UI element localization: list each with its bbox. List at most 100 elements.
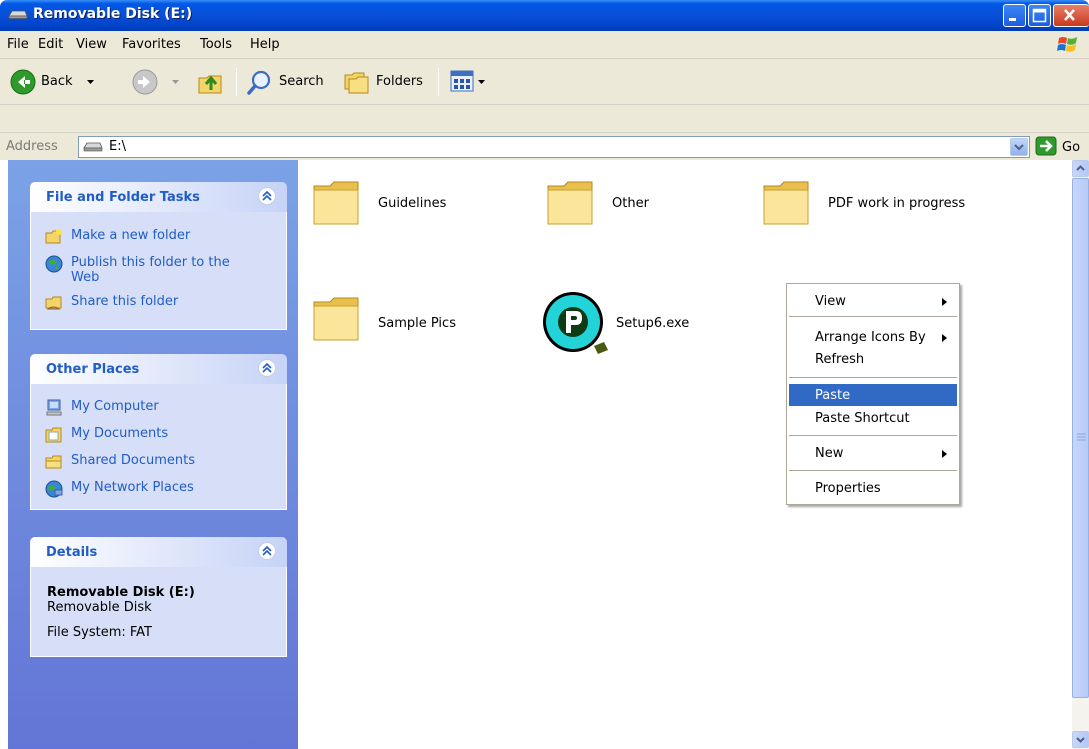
menu-view[interactable]: View <box>76 37 107 52</box>
folder-icon <box>547 181 593 225</box>
title-bar: Removable Disk (E:) <box>0 0 1089 31</box>
scroll-thumb[interactable] <box>1072 178 1089 698</box>
file-folder-tasks-header[interactable]: File and Folder Tasks <box>30 182 287 212</box>
scroll-down-button[interactable] <box>1072 731 1089 748</box>
context-menu: View Arrange Icons By Refresh Paste Past… <box>786 283 960 505</box>
close-icon <box>1064 9 1075 21</box>
address-bar: Address E:\ Go <box>0 132 1089 160</box>
detail-name: Removable Disk (E:) <box>47 585 195 600</box>
my-computer-icon <box>46 399 62 416</box>
ctx-label: New <box>815 446 844 461</box>
go-button[interactable] <box>1035 136 1059 158</box>
double-chevron-up-icon <box>262 545 272 556</box>
menu-favorites[interactable]: Favorites <box>122 37 181 52</box>
file-label: Guidelines <box>378 196 447 211</box>
setup-exe-icon <box>543 292 608 354</box>
task-make-new-folder[interactable]: Make a new folder <box>45 228 190 246</box>
file-label: Setup6.exe <box>616 316 690 331</box>
ctx-separator <box>789 377 957 378</box>
chevron-down-icon <box>87 80 94 84</box>
address-label: Address <box>6 139 58 154</box>
submenu-arrow-icon <box>942 334 947 342</box>
back-arrow-icon <box>10 69 36 95</box>
search-icon <box>247 70 271 95</box>
ctx-properties[interactable]: Properties <box>789 477 957 499</box>
task-label: Publish this folder to the Web <box>71 255 230 285</box>
submenu-arrow-icon <box>942 450 947 458</box>
folder-icon <box>763 181 809 225</box>
menu-edit[interactable]: Edit <box>38 37 63 52</box>
go-arrow-icon <box>1035 136 1057 156</box>
toolbar-filler <box>0 105 1089 132</box>
views-button[interactable] <box>448 68 496 96</box>
place-shared-documents[interactable]: Shared Documents <box>45 453 195 471</box>
file-item-pdf-work[interactable]: PDF work in progress <box>762 178 982 238</box>
panel-title: Other Places <box>46 362 140 377</box>
detail-type: Removable Disk <box>47 600 152 615</box>
folders-button[interactable]: Folders <box>340 65 430 99</box>
menu-help[interactable]: Help <box>250 37 280 52</box>
network-places-icon <box>45 480 63 498</box>
menu-tools[interactable]: Tools <box>200 37 232 52</box>
ctx-paste[interactable]: Paste <box>789 384 957 406</box>
search-button[interactable]: Search <box>244 65 330 99</box>
search-label: Search <box>279 74 324 89</box>
file-item-sample-pics[interactable]: Sample Pics <box>312 294 472 354</box>
place-label: My Network Places <box>71 480 194 495</box>
windows-flag-icon <box>1057 37 1077 52</box>
task-publish-web[interactable]: Publish this folder to the Web <box>45 255 245 285</box>
panel-title: File and Folder Tasks <box>46 190 200 205</box>
file-item-other[interactable]: Other <box>546 178 696 238</box>
address-input[interactable]: E:\ <box>78 136 1030 158</box>
maximize-button[interactable] <box>1028 4 1051 27</box>
forward-button[interactable] <box>130 65 182 99</box>
close-button[interactable] <box>1053 4 1089 27</box>
new-folder-icon <box>45 229 62 244</box>
standard-toolbar: Back Search Folders <box>0 59 1089 105</box>
place-network-places[interactable]: My Network Places <box>45 480 194 498</box>
back-label: Back <box>41 74 73 89</box>
ctx-separator <box>789 435 957 436</box>
task-share-folder[interactable]: Share this folder <box>45 294 178 312</box>
details-header[interactable]: Details <box>30 537 287 567</box>
views-icon <box>450 70 474 92</box>
collapse-button[interactable] <box>258 542 276 560</box>
file-item-guidelines[interactable]: Guidelines <box>312 178 462 238</box>
up-folder-icon <box>198 75 222 94</box>
grip-icon <box>1077 433 1086 441</box>
ctx-new[interactable]: New <box>789 442 957 464</box>
go-label[interactable]: Go <box>1062 140 1080 155</box>
place-my-documents[interactable]: My Documents <box>45 426 168 444</box>
double-chevron-up-icon <box>262 362 272 373</box>
place-my-computer[interactable]: My Computer <box>45 399 159 417</box>
vertical-scrollbar[interactable] <box>1072 160 1089 749</box>
publish-web-icon <box>45 255 63 273</box>
menu-file[interactable]: File <box>7 37 29 52</box>
ctx-label: Refresh <box>815 352 865 367</box>
folders-icon <box>344 72 369 94</box>
collapse-button[interactable] <box>258 187 276 205</box>
scroll-up-button[interactable] <box>1072 160 1089 177</box>
back-button[interactable]: Back <box>8 65 108 99</box>
ctx-arrange-icons-by[interactable]: Arrange Icons By <box>789 326 957 348</box>
ctx-refresh[interactable]: Refresh <box>789 348 957 370</box>
ctx-label: View <box>815 294 846 309</box>
other-places-header[interactable]: Other Places <box>30 354 287 384</box>
collapse-button[interactable] <box>258 359 276 377</box>
minimize-button[interactable] <box>1003 4 1026 27</box>
address-dropdown-button[interactable] <box>1010 138 1028 156</box>
chevron-down-icon <box>478 80 485 84</box>
forward-arrow-icon <box>132 69 158 95</box>
file-label: Sample Pics <box>378 316 456 331</box>
folder-icon <box>313 297 359 341</box>
address-value: E:\ <box>109 139 126 154</box>
ctx-paste-shortcut[interactable]: Paste Shortcut <box>789 407 957 429</box>
up-button[interactable] <box>194 65 228 99</box>
toolbar-separator <box>236 68 237 96</box>
file-label: Other <box>612 196 649 211</box>
file-item-setup6[interactable]: Setup6.exe <box>542 290 702 360</box>
share-folder-icon <box>45 296 62 310</box>
drive-icon <box>83 142 103 152</box>
ctx-view[interactable]: View <box>789 290 957 312</box>
shared-documents-icon <box>45 455 62 469</box>
